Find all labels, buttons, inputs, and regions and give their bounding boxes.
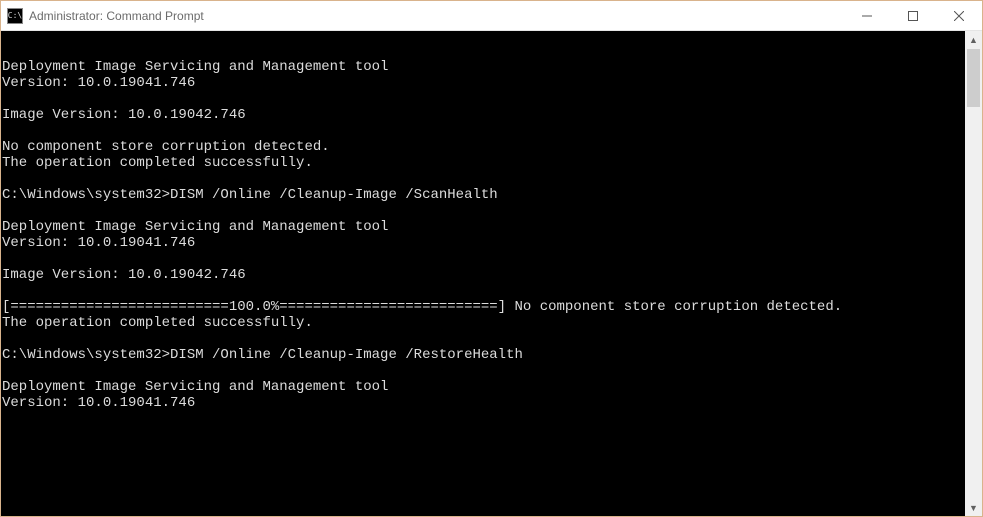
window-frame: C:\ Administrator: Command Prompt Deploy… — [0, 0, 983, 517]
vertical-scrollbar[interactable]: ▲ ▼ — [965, 31, 982, 516]
maximize-icon — [908, 11, 918, 21]
client-area: Deployment Image Servicing and Managemen… — [1, 31, 982, 516]
scroll-down-arrow-icon[interactable]: ▼ — [965, 499, 982, 516]
scroll-up-arrow-icon[interactable]: ▲ — [965, 31, 982, 48]
window-title: Administrator: Command Prompt — [29, 9, 204, 23]
close-button[interactable] — [936, 1, 982, 30]
minimize-icon — [862, 11, 872, 21]
scroll-thumb[interactable] — [967, 49, 980, 107]
close-icon — [954, 11, 964, 21]
cmd-icon: C:\ — [7, 8, 23, 24]
maximize-button[interactable] — [890, 1, 936, 30]
titlebar[interactable]: C:\ Administrator: Command Prompt — [1, 1, 982, 31]
console-output[interactable]: Deployment Image Servicing and Managemen… — [1, 31, 965, 516]
window-controls — [844, 1, 982, 30]
minimize-button[interactable] — [844, 1, 890, 30]
